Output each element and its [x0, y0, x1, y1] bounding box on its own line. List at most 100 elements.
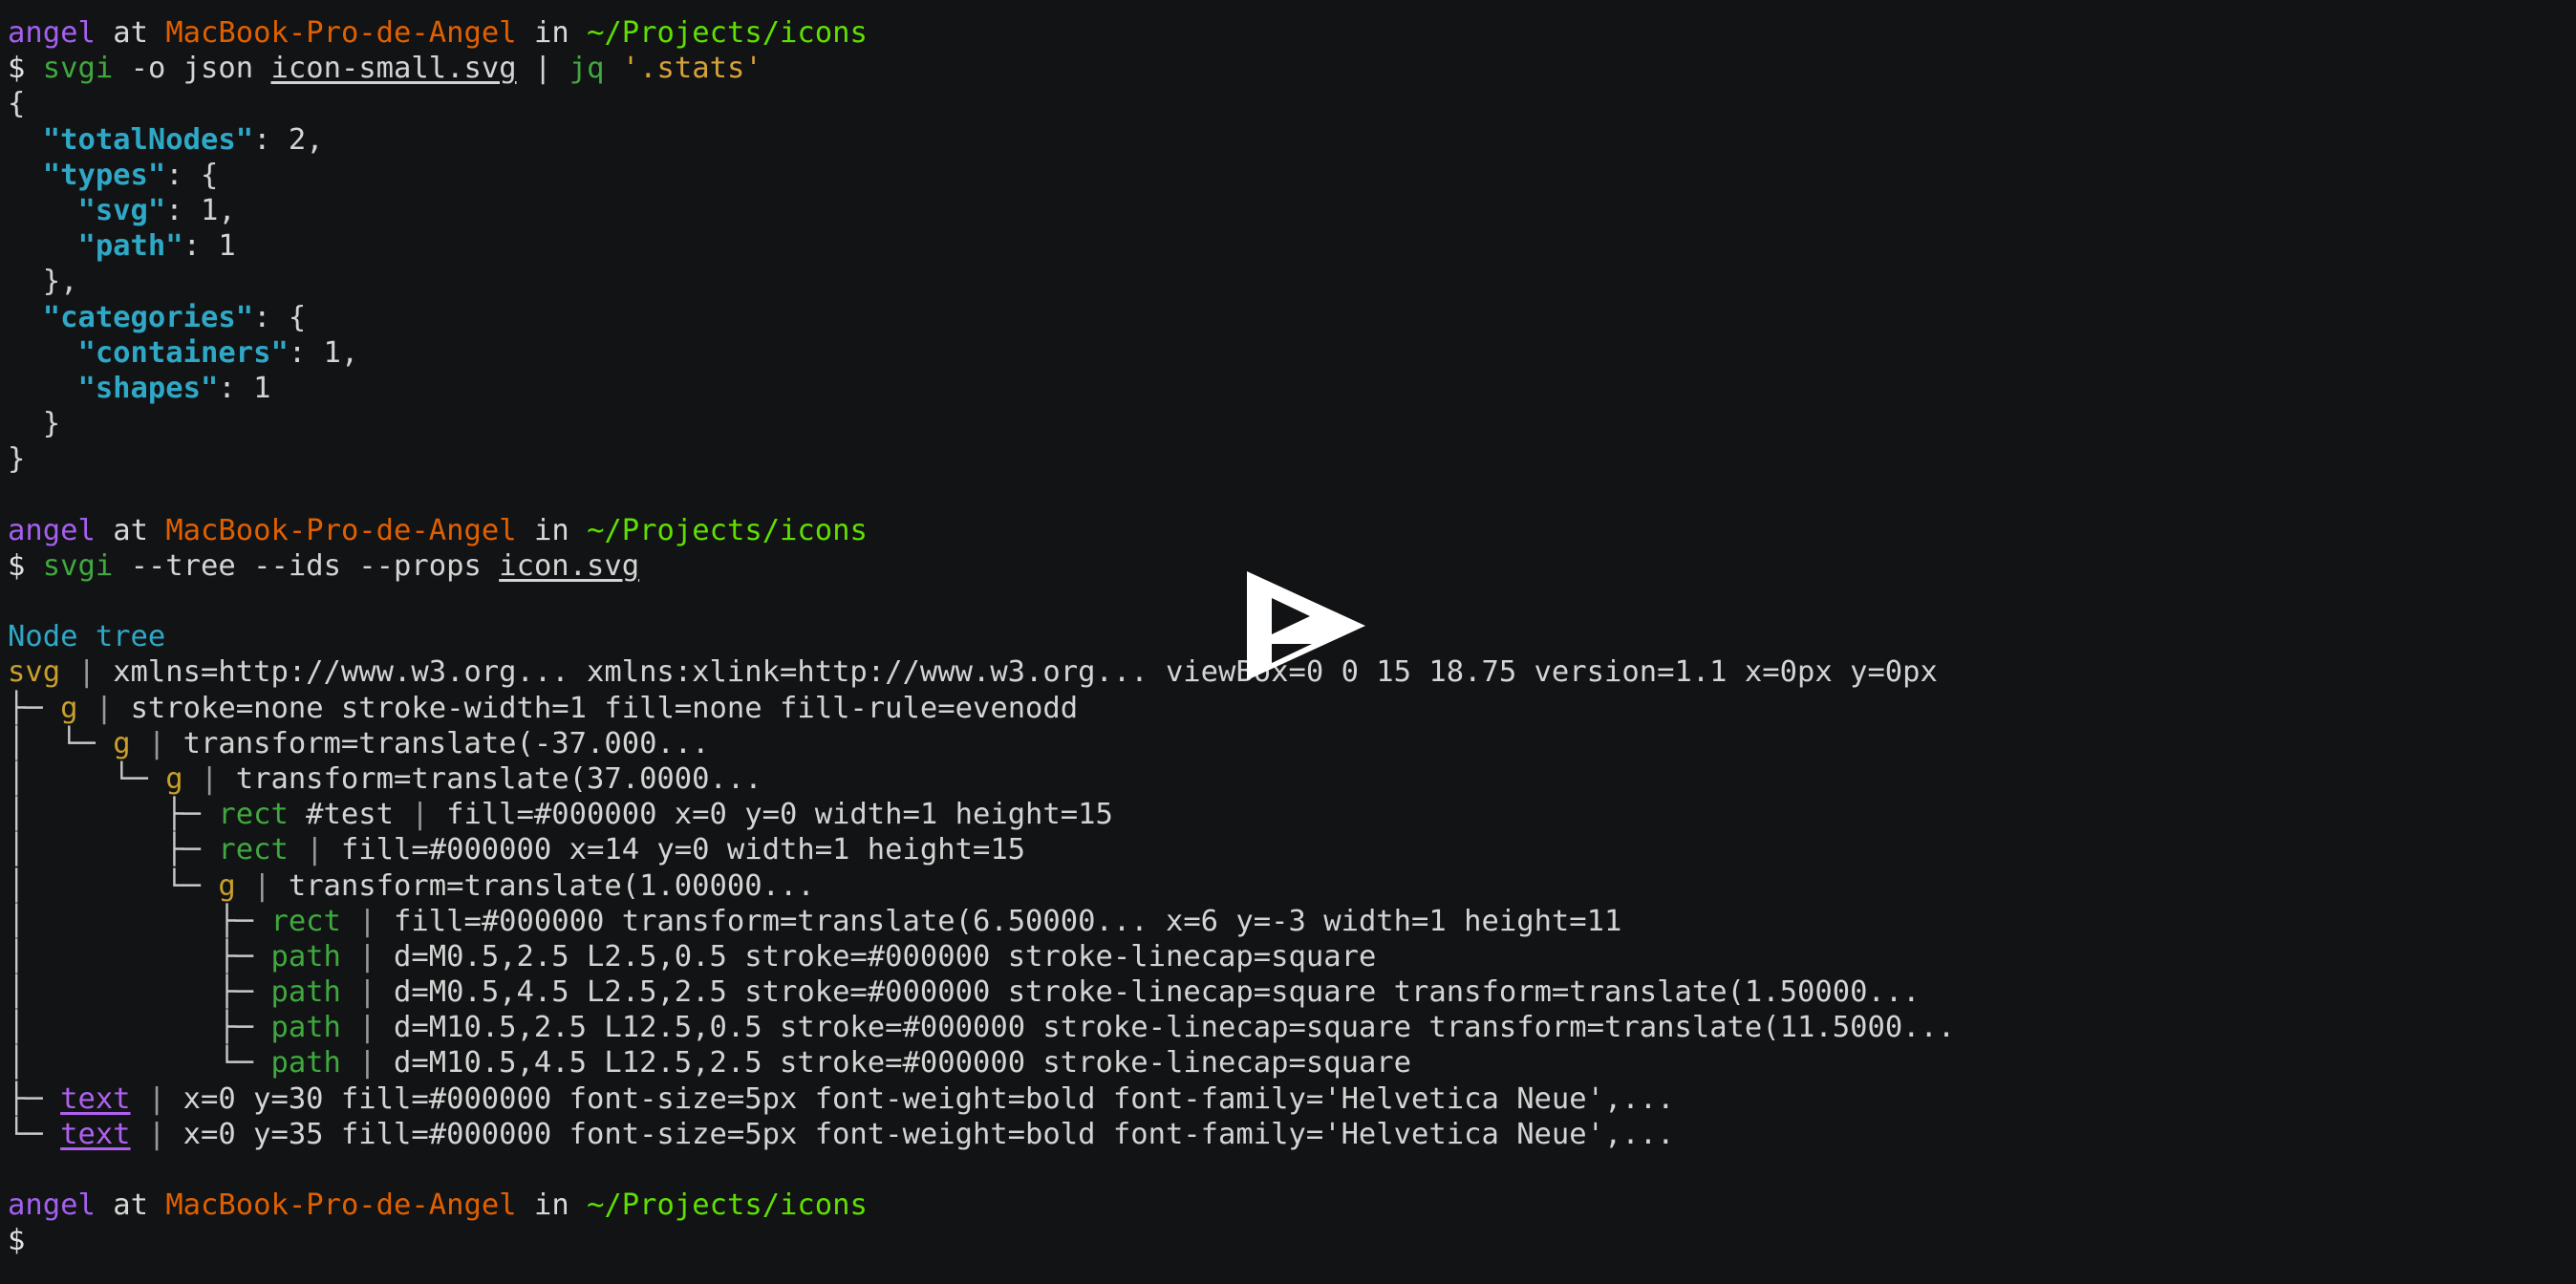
node-separator: | [288, 833, 341, 867]
tree-branch: │ ├─ [8, 798, 219, 832]
node-tag-rect: rect [218, 833, 289, 867]
node-tag-svg: svg [8, 655, 61, 690]
command-line-1[interactable]: $ svgi -o json icon-small.svg | jq '.sta… [8, 51, 2576, 86]
tree-branch: ├─ [8, 691, 61, 725]
command-name: svgi [42, 548, 114, 583]
node-separator: | [182, 761, 236, 796]
json-line: "svg": 1, [8, 193, 2576, 228]
node-attributes: transform=translate(37.0000... [235, 761, 762, 796]
node-separator: | [340, 1011, 394, 1045]
node-tree-row: │ └─ g | transform=translate(1.00000... [8, 868, 2576, 904]
json-value: 2, [288, 122, 324, 157]
json-key: "path" [77, 229, 183, 264]
json-colon: : [182, 229, 219, 264]
command-args: --tree --ids --props [130, 548, 482, 583]
prompt-symbol: $ [8, 548, 26, 583]
tree-branch: │ └─ [8, 1046, 271, 1081]
node-separator: | [340, 939, 394, 974]
sp15 [113, 549, 130, 583]
sp11 [148, 514, 165, 547]
prompt-user: angel [8, 513, 96, 547]
node-tree-row: └─ text | x=0 y=35 fill=#000000 font-siz… [8, 1117, 2576, 1152]
terminal-block-3: angel at MacBook-Pro-de-Angel in ~/Proje… [8, 1188, 2576, 1258]
prompt-symbol: $ [8, 52, 26, 86]
tree-branch: │ ├─ [8, 904, 271, 938]
command-file[interactable]: icon-small.svg [271, 52, 517, 85]
sp1 [148, 16, 165, 50]
prompt-host: MacBook-Pro-de-Angel [165, 513, 517, 547]
json-key: "shapes" [77, 371, 219, 405]
prompt-path: ~/Projects/icons [587, 16, 868, 50]
command-file[interactable]: icon.svg [499, 549, 639, 583]
node-tree-row: │ ├─ path | d=M0.5,2.5 L2.5,0.5 stroke=#… [8, 939, 2576, 974]
node-separator: | [235, 868, 289, 903]
json-punct: }, [42, 265, 78, 299]
json-value: 1, [323, 335, 359, 370]
prompt-user: angel [8, 1188, 96, 1223]
prompt-host: MacBook-Pro-de-Angel [165, 1188, 517, 1223]
tree-branch: │ └─ [8, 726, 114, 760]
node-tree-row: ├─ g | stroke=none stroke-width=1 fill=n… [8, 691, 2576, 726]
sp5 [113, 52, 130, 85]
json-key: "types" [42, 158, 166, 192]
prompt-path: ~/Projects/icons [587, 513, 868, 547]
sp6 [253, 52, 270, 85]
sp18 [148, 1188, 165, 1222]
prompt-symbol: $ [8, 1224, 26, 1258]
node-tree-row: │ ├─ rect | fill=#000000 transform=trans… [8, 904, 2576, 939]
node-tree-heading-text: Node tree [8, 620, 166, 654]
json-line: } [8, 406, 2576, 441]
json-colon: : [165, 158, 202, 192]
prompt-in: in [533, 16, 569, 50]
sp12 [517, 514, 534, 547]
json-value: 1 [218, 229, 236, 264]
node-tree-row: ├─ text | x=0 y=30 fill=#000000 font-siz… [8, 1081, 2576, 1117]
node-attributes: fill=#000000 x=14 y=0 width=1 height=15 [340, 833, 1026, 867]
json-colon: : [253, 300, 289, 334]
node-attributes: transform=translate(-37.000... [182, 726, 710, 760]
node-separator: | [340, 975, 394, 1010]
node-separator: | [130, 726, 183, 760]
node-tag-rect: rect [218, 798, 289, 832]
pipe-command: jq [569, 52, 605, 86]
node-attributes: x=0 y=35 fill=#000000 font-size=5px font… [182, 1117, 1675, 1151]
node-separator: | [130, 1081, 183, 1116]
terminal-window[interactable]: angel at MacBook-Pro-de-Angel in ~/Proje… [0, 0, 2576, 1284]
command-line-active[interactable]: $ [8, 1223, 2576, 1258]
play-button[interactable] [1247, 571, 1365, 680]
sp9 [604, 52, 621, 85]
tree-branch: │ ├─ [8, 833, 219, 867]
node-tag-g: g [165, 761, 183, 796]
json-colon: : [253, 122, 289, 157]
sp17 [96, 1188, 113, 1222]
node-tree-row: │ ├─ rect | fill=#000000 x=14 y=0 width=… [8, 832, 2576, 867]
sp19 [517, 1188, 534, 1222]
node-tree-output: svg | xmlns=http://www.w3.org... xmlns:x… [8, 654, 2576, 1152]
prompt-line: angel at MacBook-Pro-de-Angel in ~/Proje… [8, 1188, 2576, 1223]
node-tag-path: path [270, 1046, 341, 1081]
terminal-block-1: angel at MacBook-Pro-de-Angel in ~/Proje… [8, 15, 2576, 477]
sp3 [569, 16, 587, 50]
play-icon[interactable] [1247, 571, 1365, 680]
tree-branch: │ ├─ [8, 1011, 271, 1045]
json-punct: } [8, 442, 26, 477]
node-tag-text: text [60, 1117, 131, 1151]
node-tag-g: g [113, 726, 131, 760]
node-tree-row: │ ├─ rect #test | fill=#000000 x=0 y=0 w… [8, 797, 2576, 832]
node-attributes: d=M10.5,4.5 L12.5,2.5 stroke=#000000 str… [394, 1046, 1412, 1081]
json-line: } [8, 441, 2576, 477]
sp8 [551, 52, 569, 85]
json-punct: } [42, 407, 61, 441]
node-tag-path: path [270, 975, 341, 1010]
node-tag-g: g [60, 691, 78, 725]
tree-branch: │ └─ [8, 761, 166, 796]
node-tag-path: path [270, 1011, 341, 1045]
